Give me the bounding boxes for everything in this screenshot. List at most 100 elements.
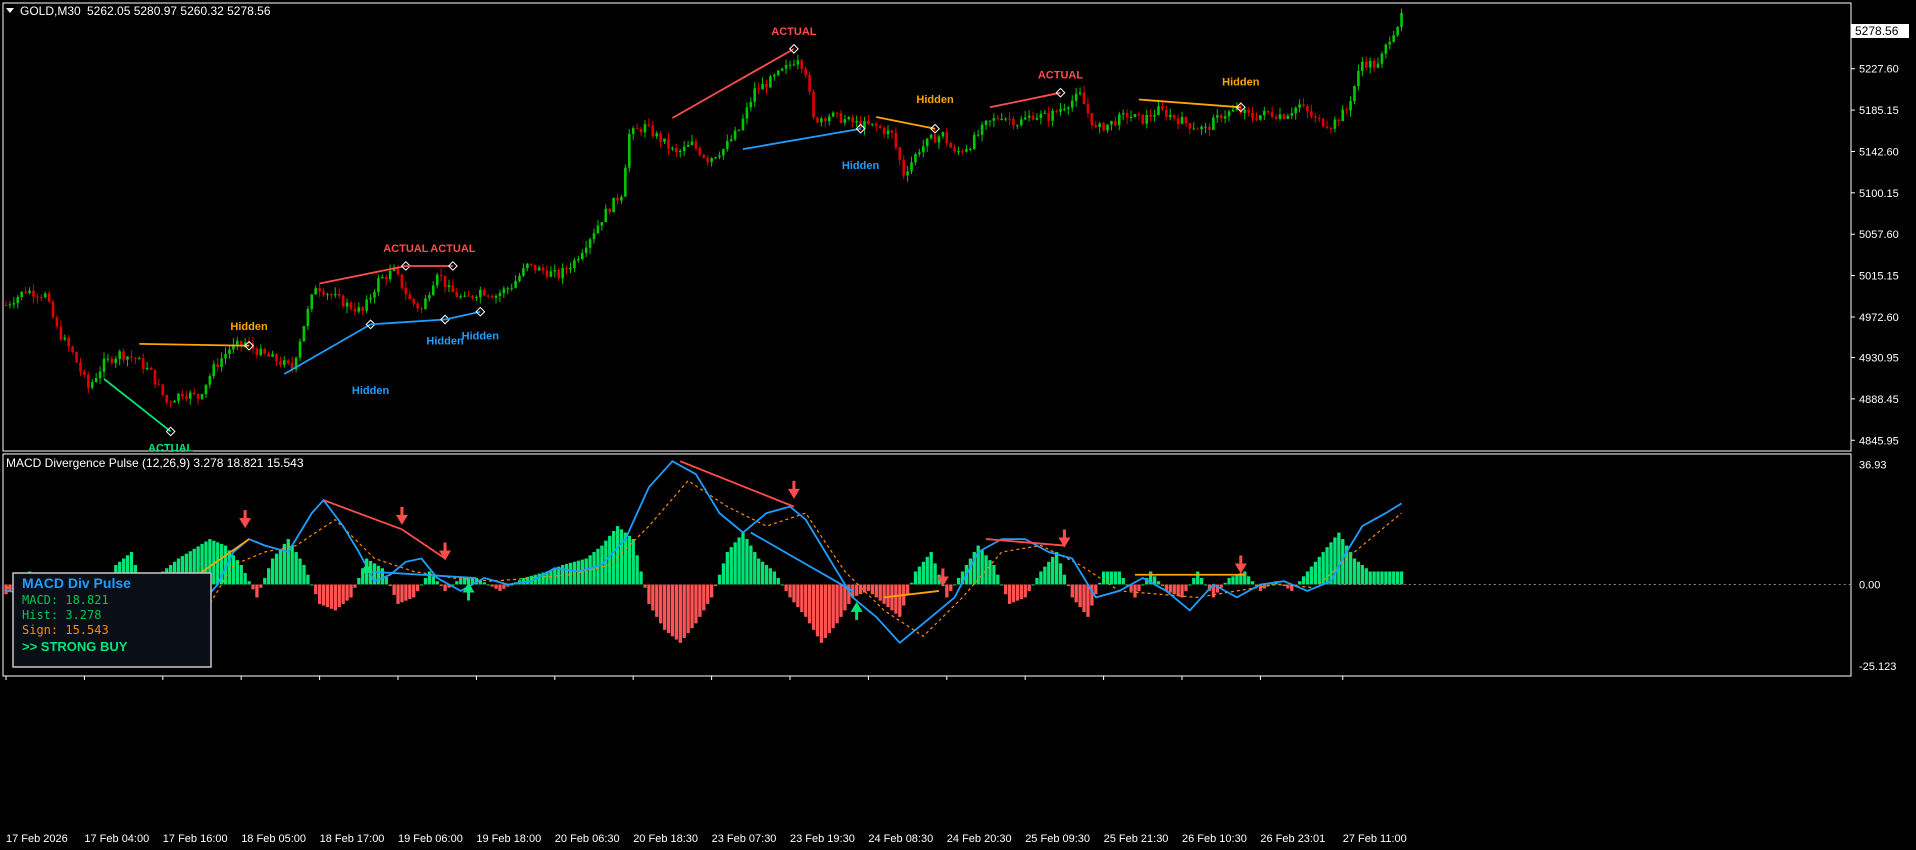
histogram-bar — [439, 584, 443, 587]
histogram-bar — [384, 577, 388, 585]
candle-body — [1188, 123, 1192, 129]
candle-body — [565, 268, 568, 270]
candle-body — [600, 222, 604, 226]
histogram-bar — [1098, 582, 1102, 585]
candle-body — [659, 133, 662, 142]
candle-body — [847, 117, 851, 120]
candle-body — [1361, 61, 1364, 72]
histogram-bar — [1356, 561, 1361, 585]
candle-body — [831, 112, 835, 117]
histogram-bar — [298, 558, 302, 585]
candle-body — [541, 267, 545, 271]
candle-body — [694, 141, 698, 149]
candle-body — [1282, 114, 1286, 119]
histogram-bar — [858, 584, 863, 595]
candle-body — [1047, 112, 1051, 121]
histogram-bar — [996, 574, 1000, 585]
candle-body — [733, 130, 737, 140]
candle-body — [153, 369, 157, 385]
candle-body — [851, 117, 855, 123]
histogram-bar — [635, 555, 639, 585]
histogram-bar — [1184, 584, 1188, 591]
histogram-bar — [1121, 577, 1125, 585]
candle-body — [1302, 104, 1305, 106]
candle-body — [228, 349, 231, 354]
histogram-bar — [913, 571, 918, 585]
price-tick-label: 5100.15 — [1859, 188, 1899, 200]
histogram-bar — [278, 548, 283, 585]
histogram-bar — [1317, 556, 1321, 585]
candle-body — [1000, 118, 1003, 120]
candle-body — [1227, 111, 1231, 117]
candle-body — [286, 360, 290, 364]
histogram-bar — [835, 584, 839, 624]
histogram-bar — [231, 555, 236, 585]
histogram-bar — [925, 556, 929, 585]
x-tick-label: 26 Feb 23:01 — [1260, 833, 1325, 845]
histogram-bar — [1047, 561, 1051, 585]
candle-body — [239, 341, 243, 345]
histogram-bar — [760, 561, 765, 585]
histogram-bar — [400, 584, 404, 603]
x-tick-label: 24 Feb 20:30 — [947, 833, 1012, 845]
histogram-bar — [1360, 565, 1365, 585]
candle-body — [1384, 44, 1388, 54]
candle-body — [32, 290, 35, 297]
candle-body — [1196, 128, 1199, 130]
candle-body — [553, 269, 557, 272]
x-tick-label: 18 Feb 05:00 — [241, 833, 306, 845]
candle-body — [894, 132, 898, 148]
histogram-bar — [1250, 581, 1255, 585]
candle-body — [776, 70, 780, 76]
candle-body — [145, 367, 149, 370]
candle-body — [933, 134, 937, 143]
candle-body — [588, 239, 592, 248]
candle-body — [526, 263, 529, 269]
histogram-bar — [741, 532, 745, 585]
histogram-bar — [1200, 577, 1204, 585]
candle-body — [976, 134, 980, 136]
histogram-bar — [1058, 563, 1063, 585]
candle-body — [318, 288, 321, 292]
histogram-bar — [419, 584, 424, 586]
histogram-bar — [267, 568, 271, 585]
histogram-bar — [423, 577, 428, 585]
candle-body — [722, 149, 725, 156]
x-tick-label: 23 Feb 07:30 — [712, 833, 777, 845]
candle-body — [1078, 92, 1082, 94]
candle-body — [463, 295, 466, 297]
histogram-bar — [239, 565, 243, 585]
candle-body — [522, 268, 525, 276]
candle-body — [882, 128, 886, 135]
candle-body — [580, 252, 584, 259]
histogram-bar — [502, 584, 506, 589]
candle-body — [1074, 93, 1078, 101]
candle-body — [298, 341, 302, 358]
macd-tick-label: 36.93 — [1859, 460, 1887, 472]
candle-body — [1098, 123, 1101, 128]
background — [0, 0, 1916, 850]
candle-body — [255, 348, 259, 356]
price-tick-label: 4888.45 — [1859, 394, 1899, 406]
candle-body — [428, 295, 431, 299]
histogram-bar — [325, 584, 330, 608]
candle-body — [1286, 115, 1290, 119]
candle-body — [24, 291, 27, 293]
price-tick-label: 4845.95 — [1859, 435, 1899, 447]
candle-body — [310, 294, 314, 310]
x-tick-label: 24 Feb 08:30 — [868, 833, 933, 845]
chart-canvas[interactable]: ACTUALHiddenHiddenACTUALHiddenACTUALHidd… — [0, 0, 1916, 850]
x-tick-label: 19 Feb 18:00 — [476, 833, 541, 845]
histogram-bar — [619, 529, 624, 585]
histogram-bar — [1062, 574, 1067, 585]
candle-body — [980, 124, 984, 135]
histogram-bar — [792, 584, 796, 603]
histogram-bar — [306, 574, 310, 585]
histogram-bar — [710, 584, 714, 598]
candle-body — [1380, 53, 1384, 64]
candle-body — [412, 298, 415, 304]
candle-body — [718, 155, 721, 158]
candle-body — [130, 356, 133, 358]
candle-body — [675, 147, 678, 153]
histogram-bar — [561, 565, 565, 585]
